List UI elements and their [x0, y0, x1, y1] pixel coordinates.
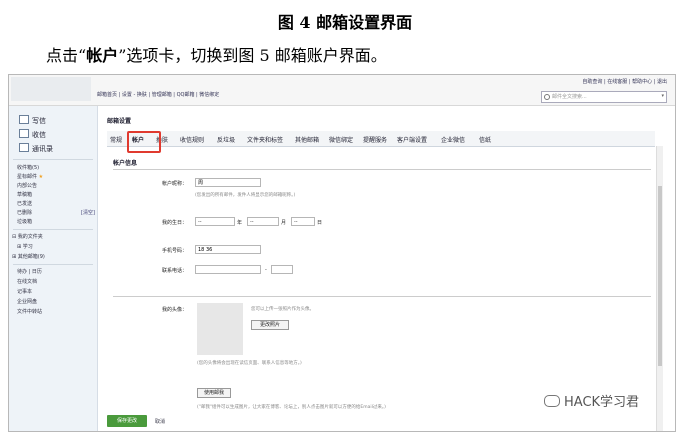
phone-label: 手机号码：: [161, 248, 187, 254]
tab-wechat[interactable]: 微信绑定: [329, 135, 353, 144]
sidebar-item-deleted[interactable]: 已删除: [17, 209, 32, 216]
search-icon: [544, 94, 550, 100]
write-button[interactable]: 写信: [19, 115, 46, 126]
inbox-button[interactable]: 收信: [19, 129, 46, 140]
instruction-paragraph: 点击“帐户”选项卡，切换到图 5 邮箱账户界面。: [46, 42, 387, 66]
avatar-image: [197, 303, 243, 355]
figure-caption: 图 4 邮箱设置界面: [277, 13, 413, 32]
sidebar-item-notices[interactable]: 内部公告: [17, 182, 37, 189]
section-divider: [113, 169, 651, 170]
sidebar-item-sent[interactable]: 已发送: [17, 200, 32, 207]
expand-icon: ⊟: [12, 234, 17, 240]
year-unit: 年: [237, 220, 243, 226]
wechat-icon: [544, 395, 560, 407]
top-nav-links[interactable]: 邮箱首页 | 设置 - 换肤 | 管理邮箱 | QQ邮箱 | 微信绑定: [97, 91, 219, 98]
sidebar: 写信 收信 通讯录 收件箱(5) 星标邮件 ★ 内部公告 草稿箱 已发送 已删除…: [9, 106, 98, 431]
tab-other-mail[interactable]: 其他邮箱: [295, 135, 319, 144]
sidebar-item-docs[interactable]: 在线文档: [17, 278, 37, 285]
sidebar-item-my-folders[interactable]: ⊟ 我的文件夹: [12, 233, 43, 240]
cancel-button[interactable]: 取消: [155, 418, 165, 425]
logo: [11, 77, 91, 101]
nickname-label: 帐户昵称：: [161, 181, 187, 187]
sidebar-item-study[interactable]: ⊞ 学习: [17, 243, 33, 250]
contacts-icon: [19, 143, 29, 152]
sidebar-divider: [13, 264, 93, 265]
page-title: 邮箱设置: [107, 118, 132, 125]
section-account-info: 帐户信息: [113, 160, 138, 167]
tel-ext-field[interactable]: [271, 265, 293, 274]
nickname-field[interactable]: 周: [195, 178, 261, 187]
search-input[interactable]: 邮件全文搜索... ▾: [541, 91, 667, 103]
avatar-note: (您的头像将会出现在读信页面、联系人信息等地方。): [197, 361, 302, 366]
save-button[interactable]: 保存更改: [107, 415, 147, 427]
birthday-label: 我的生日：: [161, 220, 187, 226]
day-unit: 日: [317, 220, 323, 226]
pencil-icon: [19, 115, 29, 124]
watermark: HACK学习君: [544, 391, 639, 410]
para-after: ”选项卡，切换到图 5 邮箱账户界面。: [118, 46, 387, 65]
para-before: 点击“: [46, 46, 87, 65]
search-placeholder: 邮件全文搜索...: [552, 94, 587, 100]
sidebar-divider: [13, 229, 93, 230]
highlight-box: [127, 131, 161, 153]
top-right-links[interactable]: 自助查询 | 在线客服 | 帮助中心 | 退出: [582, 78, 667, 85]
sidebar-item-other-mail[interactable]: ⊞ 其他邮箱(9): [12, 253, 45, 260]
use-avatar-note: ("邮我"组件可以生成图片，让大家在博客、论坛上，别人点击图片就可以方便的给Em…: [197, 405, 386, 410]
month-unit: 月: [281, 220, 287, 226]
phone-field[interactable]: 18 36: [195, 245, 261, 254]
top-bar: 邮箱首页 | 设置 - 换肤 | 管理邮箱 | QQ邮箱 | 微信绑定 自助查询…: [9, 75, 675, 106]
scrollbar[interactable]: [656, 146, 663, 431]
tab-rules[interactable]: 收信规则: [180, 135, 204, 144]
avatar-label: 我的头像：: [161, 307, 187, 313]
birthday-year-select[interactable]: --: [195, 217, 235, 226]
tab-client[interactable]: 客户端设置: [397, 135, 427, 144]
sidebar-item-netdisk[interactable]: 企业网盘: [17, 298, 37, 305]
sidebar-item-notes[interactable]: 记事本: [17, 288, 32, 295]
settings-main: 邮箱设置 常规 帐户 换肤 收信规则 反垃圾 文件夹和标签 其他邮箱 微信绑定 …: [99, 106, 665, 431]
section-divider: [113, 296, 651, 297]
nickname-hint: (您发出的所有邮件，发件人将显示您的邮箱昵称。): [195, 193, 296, 198]
star-icon: ★: [38, 174, 44, 180]
para-bold: 帐户: [86, 46, 119, 65]
birthday-month-select[interactable]: --: [247, 217, 279, 226]
use-avatar-button[interactable]: 使用邮我: [197, 388, 231, 398]
chevron-down-icon[interactable]: ▾: [661, 93, 664, 99]
contacts-button[interactable]: 通讯录: [19, 143, 53, 154]
change-photo-button[interactable]: 更改照片: [251, 320, 289, 330]
mail-settings-screenshot: 邮箱首页 | 设置 - 换肤 | 管理邮箱 | QQ邮箱 | 微信绑定 自助查询…: [8, 74, 676, 432]
avatar-hint: 您可以上传一张照片作为头像。: [251, 307, 314, 312]
tab-work-wechat[interactable]: 企业微信: [441, 135, 465, 144]
tab-general[interactable]: 常规: [110, 135, 122, 144]
settings-tabs: 常规 帐户 换肤 收信规则 反垃圾 文件夹和标签 其他邮箱 微信绑定 提醒服务 …: [107, 131, 655, 147]
tab-folders[interactable]: 文件夹和标签: [247, 135, 283, 144]
tab-antispam[interactable]: 反垃圾: [217, 135, 235, 144]
expand-icon: ⊞: [17, 244, 22, 250]
tel-dash: -: [265, 267, 267, 273]
birthday-day-select[interactable]: --: [291, 217, 315, 226]
sidebar-item-todo[interactable]: 待办 | 日历: [17, 268, 42, 275]
sidebar-item-drafts[interactable]: 草稿箱: [17, 191, 32, 198]
sidebar-divider: [13, 159, 93, 160]
tel-label: 联系电话：: [161, 268, 187, 274]
sidebar-item-inbox[interactable]: 收件箱(5): [17, 164, 39, 171]
expand-icon: ⊞: [12, 254, 17, 260]
tel-area-field[interactable]: [195, 265, 261, 274]
sidebar-item-spam[interactable]: 垃圾箱: [17, 218, 32, 225]
sidebar-item-starred[interactable]: 星标邮件 ★: [17, 173, 43, 180]
sidebar-item-transfer[interactable]: 文件中转站: [17, 308, 42, 315]
tab-reminder[interactable]: 提醒服务: [363, 135, 387, 144]
inbox-icon: [19, 129, 29, 138]
tab-stationery[interactable]: 信纸: [479, 135, 491, 144]
clear-trash-link[interactable]: [清空]: [81, 209, 95, 216]
scroll-thumb[interactable]: [658, 186, 662, 366]
